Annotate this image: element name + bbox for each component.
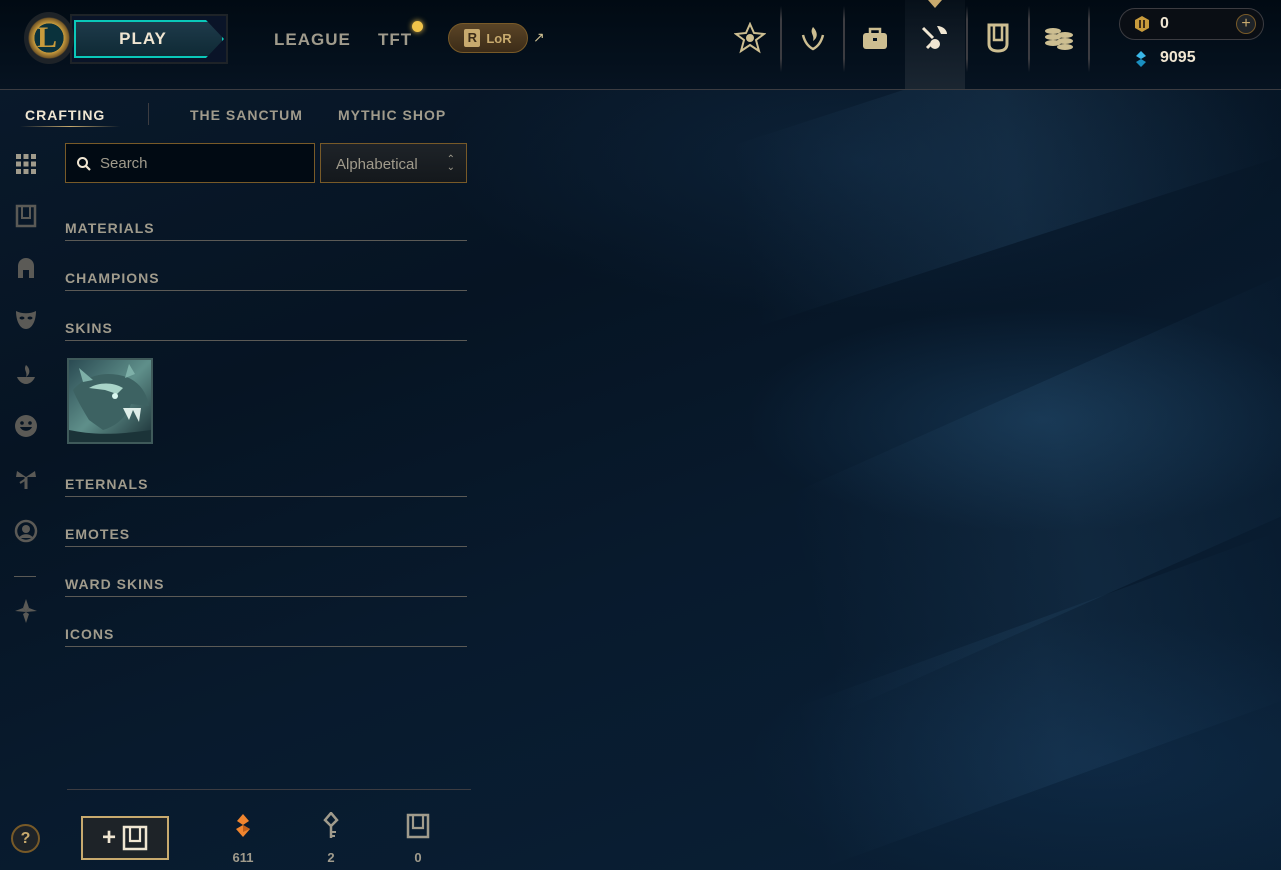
- category-materials[interactable]: MATERIALS: [65, 211, 467, 241]
- ward-icon[interactable]: [12, 360, 40, 388]
- category-champions[interactable]: CHAMPIONS: [65, 261, 467, 291]
- honor-icon[interactable]: [795, 20, 831, 56]
- key-count: 2: [327, 850, 335, 865]
- key-icon: [317, 812, 345, 840]
- compass-icon[interactable]: [12, 597, 40, 625]
- category-eternals[interactable]: ETERNALS: [65, 467, 467, 497]
- loot-icon[interactable]: [917, 20, 953, 56]
- play-button[interactable]: PLAY: [74, 20, 224, 58]
- category-label: ETERNALS: [65, 476, 149, 492]
- category-label: CHAMPIONS: [65, 270, 160, 286]
- buy-rp-button[interactable]: +: [1236, 14, 1256, 34]
- tab-sanctum[interactable]: THE SANCTUM: [190, 107, 303, 123]
- tree-icon[interactable]: [12, 465, 40, 493]
- rank-icon[interactable]: [732, 20, 768, 56]
- category-ward-skins[interactable]: WARD SKINS: [65, 567, 467, 597]
- play-button-frame[interactable]: PLAY: [70, 14, 228, 64]
- rp-coin-icon: [1132, 14, 1152, 39]
- chest-icon: [404, 812, 432, 840]
- lor-label: LoR: [486, 30, 512, 46]
- chevron-up-down-icon: ⌃ ⌄: [446, 154, 455, 173]
- blue-essence-icon: [1132, 50, 1150, 73]
- search-input[interactable]: [100, 144, 310, 182]
- skin-portrait-icon: [69, 360, 151, 442]
- grid-icon[interactable]: [12, 150, 40, 178]
- active-tab-underline: [20, 126, 120, 127]
- chest-count: 0: [414, 850, 422, 865]
- orange-essence-icon: [229, 812, 257, 840]
- chest-icon[interactable]: [980, 20, 1016, 56]
- avatar-icon[interactable]: [12, 517, 40, 545]
- rp-balance: 0: [1160, 15, 1169, 32]
- category-label: MATERIALS: [65, 220, 155, 236]
- league-logo-icon[interactable]: L: [24, 12, 74, 64]
- lor-badge-icon: R: [464, 29, 481, 47]
- plus-icon: +: [101, 824, 116, 851]
- emote-icon[interactable]: [12, 412, 40, 440]
- category-label: SKINS: [65, 320, 113, 336]
- blue-essence-balance: 9095: [1160, 49, 1196, 66]
- search-icon: [77, 157, 91, 171]
- store-icon[interactable]: [1041, 20, 1077, 56]
- lor-button[interactable]: R LoR: [448, 23, 528, 53]
- helmet-icon[interactable]: [12, 254, 40, 282]
- category-label: ICONS: [65, 626, 115, 642]
- nav-tft[interactable]: TFT: [378, 30, 412, 50]
- tab-crafting[interactable]: CRAFTING: [25, 107, 105, 123]
- add-chest-button[interactable]: +: [81, 816, 169, 860]
- notification-dot-icon: [412, 21, 423, 32]
- skin-shard-item[interactable]: [67, 358, 153, 444]
- nav-league[interactable]: LEAGUE: [274, 30, 351, 50]
- active-caret-icon: [928, 0, 942, 8]
- orange-essence-count: 611: [232, 850, 254, 865]
- search-field[interactable]: [65, 143, 315, 183]
- category-skins[interactable]: SKINS: [65, 311, 467, 341]
- category-label: EMOTES: [65, 526, 131, 542]
- help-button[interactable]: ?: [11, 824, 40, 853]
- external-link-icon: ↗: [533, 29, 545, 45]
- sort-dropdown[interactable]: Alphabetical ⌃ ⌄: [320, 143, 467, 183]
- tab-mythic-shop[interactable]: MYTHIC SHOP: [338, 107, 446, 123]
- play-button-label: PLAY: [119, 29, 167, 48]
- chest-icon: [122, 825, 148, 851]
- footer-divider: [67, 789, 471, 790]
- collection-icon[interactable]: [857, 20, 893, 56]
- category-label: WARD SKINS: [65, 576, 165, 592]
- chest-icon[interactable]: [12, 202, 40, 230]
- loot-page: PLAY L LEAGUE TFT R LoR ↗ 0 + 9095 CRAFT…: [0, 0, 1281, 870]
- category-emotes[interactable]: EMOTES: [65, 517, 467, 547]
- sort-selected: Alphabetical: [336, 156, 418, 173]
- category-icons[interactable]: ICONS: [65, 617, 467, 647]
- mask-icon[interactable]: [12, 306, 40, 334]
